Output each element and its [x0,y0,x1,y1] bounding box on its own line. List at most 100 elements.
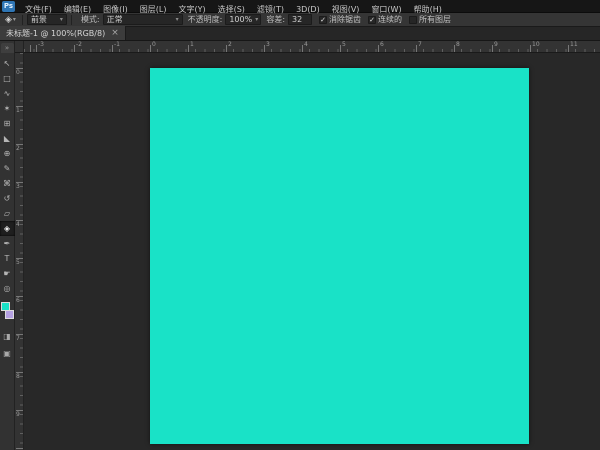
close-tab-icon[interactable]: × [111,28,119,38]
opacity-label: 不透明度: [188,14,223,25]
foreground-color-swatch[interactable] [1,302,10,311]
chevron-down-icon: ▾ [255,16,258,23]
tool-list: ↖ □ ∿ ✶ ⊞ ◣ ⊕ ✎ ⌘ ↺ ▱ ◈ ✒ T ☛ ◎ [0,56,15,296]
vertical-ruler[interactable]: 0123456789 [15,53,24,450]
menu-item[interactable]: 图像(I) [97,5,134,14]
healing-brush-tool[interactable]: ⊕ [0,146,15,161]
ruler-label: 3 [266,41,270,48]
blend-mode-value: 正常 [107,14,123,25]
lasso-tool[interactable]: ∿ [0,86,15,101]
zoom-tool[interactable]: ◎ [0,281,15,296]
text-tool-icon: T [5,254,10,263]
tolerance-value: 32 [292,15,302,24]
all-layers-checkbox[interactable]: 所有图层 [409,14,451,25]
menu-item[interactable]: 3D(D) [290,5,326,14]
ruler-label: -2 [76,41,82,48]
rectangular-marquee-tool[interactable]: □ [0,71,15,86]
ruler-label: 11 [570,41,578,48]
ruler-label: 4 [16,221,20,228]
blend-mode-select[interactable]: 正常 ▾ [103,14,183,25]
rectangular-marquee-tool-icon: □ [3,74,11,83]
menu-bar: Ps 文件(F)编辑(E)图像(I)图层(L)文字(Y)选择(S)滤镜(T)3D… [0,0,600,13]
menu-item[interactable]: 文字(Y) [172,5,211,14]
chevron-down-icon: ▾ [60,16,63,23]
zoom-tool-icon: ◎ [4,284,11,293]
color-swatches [0,300,15,326]
ruler-label: 9 [16,411,20,418]
menu-item[interactable]: 视图(V) [326,5,366,14]
hand-tool-icon: ☛ [3,269,10,278]
tool-preset-picker[interactable]: ◈ ▾ [3,15,18,25]
document-tab[interactable]: 未标题-1 @ 100%(RGB/8) × [0,26,126,40]
mode-label: 模式: [81,14,100,25]
screen-mode-button[interactable]: ▣ [0,346,15,360]
toolbox-collapse-button[interactable]: » [1,43,14,53]
ruler-label: 4 [304,41,308,48]
quick-selection-tool-icon: ✶ [4,104,11,113]
menu-item[interactable]: 窗口(W) [365,5,407,14]
eraser-tool[interactable]: ▱ [0,206,15,221]
ruler-label: 6 [16,297,20,304]
menu-item[interactable]: 滤镜(T) [251,5,290,14]
history-brush-tool-icon: ↺ [4,194,11,203]
anti-alias-checkbox[interactable]: ✓消除锯齿 [319,14,361,25]
eyedropper-tool-icon: ◣ [4,134,10,143]
ruler-label: 5 [16,259,20,266]
document-tab-bar: 未标题-1 @ 100%(RGB/8) × [0,27,600,41]
chevron-down-icon: ▾ [176,16,179,23]
eraser-tool-icon: ▱ [4,209,10,218]
menu-item[interactable]: 编辑(E) [58,5,97,14]
hand-tool[interactable]: ☛ [0,266,15,281]
ruler-label: 5 [342,41,346,48]
crop-tool[interactable]: ⊞ [0,116,15,131]
menu-item[interactable]: 帮助(H) [408,5,448,14]
menu-item[interactable]: 图层(L) [134,5,173,14]
fill-source-select[interactable]: 前景 ▾ [27,14,67,25]
menu-item[interactable]: 选择(S) [212,5,251,14]
ruler-ticks [24,45,600,52]
move-tool[interactable]: ↖ [0,56,15,71]
ruler-label: 0 [152,41,156,48]
opacity-select[interactable]: 100% ▾ [225,14,261,25]
brush-tool[interactable]: ✎ [0,161,15,176]
ruler-label: 10 [532,41,540,48]
pen-tool-icon: ✒ [4,239,11,248]
text-tool[interactable]: T [0,251,15,266]
toolbox: » ↖ □ ∿ ✶ ⊞ ◣ ⊕ ✎ ⌘ ↺ ▱ ◈ ✒ T ☛ ◎ ◨ ▣ [0,41,15,450]
checkbox-label: 连续的 [378,14,402,25]
checkbox-icon: ✓ [319,16,327,24]
brush-tool-icon: ✎ [4,164,11,173]
background-color-swatch[interactable] [5,310,14,319]
divider [71,15,72,25]
option-checkboxes: ✓消除锯齿✓连续的所有图层 [312,14,451,25]
canvas-viewport[interactable] [24,53,600,450]
history-brush-tool[interactable]: ↺ [0,191,15,206]
chevron-down-icon: ▾ [13,16,16,23]
contiguous-checkbox[interactable]: ✓连续的 [368,14,402,25]
document-area: -3-2-101234567891011 0123456789 [15,41,600,450]
paint-bucket-tool[interactable]: ◈ [0,221,15,236]
ruler-label: 1 [16,107,20,114]
ruler-label: 1 [190,41,194,48]
eyedropper-tool[interactable]: ◣ [0,131,15,146]
ruler-label: 7 [16,335,20,342]
ruler-label: 2 [228,41,232,48]
quick-selection-tool[interactable]: ✶ [0,101,15,116]
ruler-label: 3 [16,183,20,190]
ruler-label: 0 [16,69,20,76]
checkbox-icon: ✓ [368,16,376,24]
paint-bucket-tool-icon: ◈ [4,224,10,233]
photoshop-logo: Ps [2,1,15,12]
quick-mask-button[interactable]: ◨ [0,329,15,343]
ruler-label: 6 [380,41,384,48]
move-tool-icon: ↖ [4,59,11,68]
clone-stamp-tool[interactable]: ⌘ [0,176,15,191]
pen-tool[interactable]: ✒ [0,236,15,251]
horizontal-ruler[interactable]: -3-2-101234567891011 [24,41,600,53]
menu-item[interactable]: 文件(F) [19,5,58,14]
canvas[interactable] [150,68,529,444]
ruler-label: -1 [114,41,120,48]
tolerance-input[interactable]: 32 [288,14,312,25]
healing-brush-tool-icon: ⊕ [4,149,11,158]
ruler-origin-corner[interactable] [15,41,24,53]
